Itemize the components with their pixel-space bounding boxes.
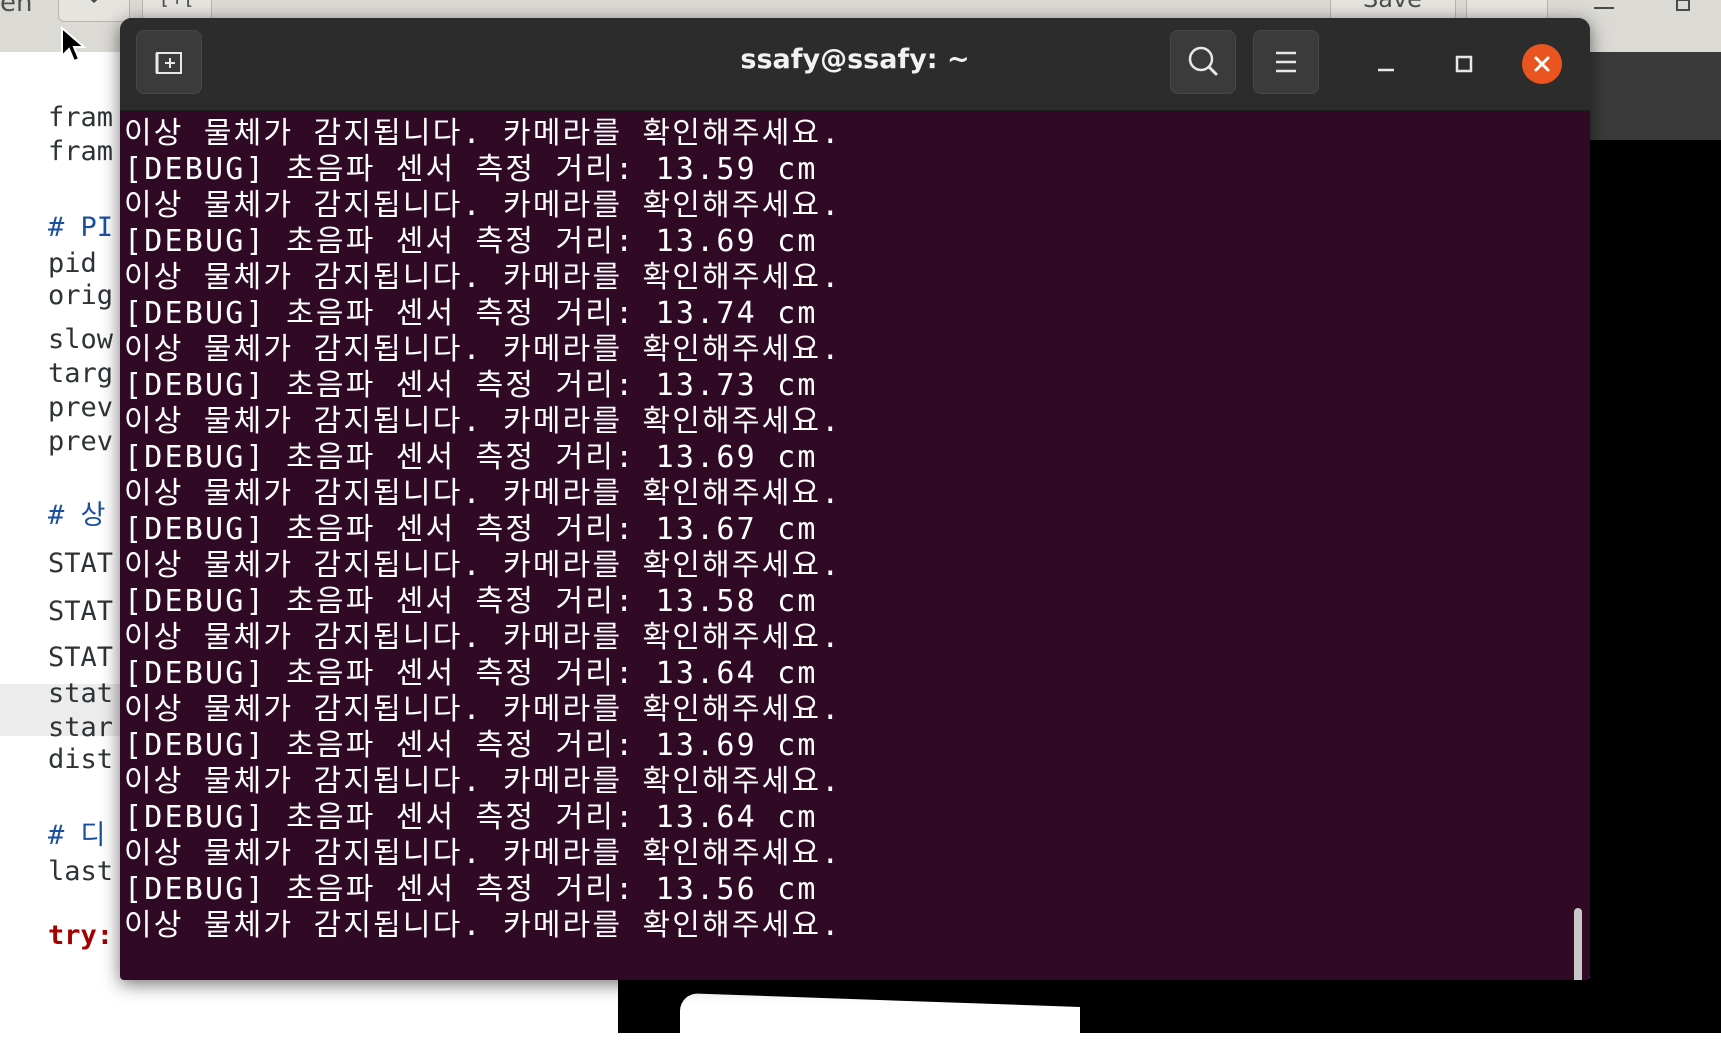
background-header-text: en (0, 0, 33, 18)
search-icon (1188, 46, 1218, 76)
terminal-line: [DEBUG] 초음파 센서 측정 거리: 13.69 cm (124, 728, 818, 763)
terminal-line: [DEBUG] 초음파 센서 측정 거리: 13.73 cm (124, 368, 818, 403)
code-line: STAT (48, 548, 114, 579)
terminal-line: [DEBUG] 초음파 센서 측정 거리: 13.64 cm (124, 656, 818, 691)
search-button[interactable] (1170, 30, 1236, 94)
background-new-tab-label: [+[ (161, 0, 193, 9)
code-line: last (48, 856, 114, 887)
terminal-line: 이상 물체가 감지됩니다. 카메라를 확인해주세요. (124, 404, 842, 439)
close-button[interactable] (1522, 44, 1562, 84)
code-line: fram (48, 102, 114, 133)
terminal-line: 이상 물체가 감지됩니다. 카메라를 확인해주세요. (124, 332, 842, 367)
terminal-line: 이상 물체가 감지됩니다. 카메라를 확인해주세요. (124, 692, 842, 727)
code-line: orig (48, 280, 114, 311)
code-line: # PI (48, 212, 114, 243)
terminal-line: [DEBUG] 초음파 센서 측정 거리: 13.56 cm (124, 872, 818, 907)
terminal-line: 이상 물체가 감지됩니다. 카메라를 확인해주세요. (124, 836, 842, 871)
terminal-window[interactable]: ssafy@ssafy: ~ 이상 물체가 감지됩니다. 카메라를 확인해주세요… (120, 18, 1590, 980)
code-line: dist (48, 744, 114, 775)
code-line: fram (48, 136, 114, 167)
terminal-line: [DEBUG] 초음파 센서 측정 거리: 13.58 cm (124, 584, 818, 619)
terminal-line: [DEBUG] 초음파 센서 측정 거리: 13.67 cm (124, 512, 818, 547)
background-maximize-icon[interactable] (1672, 0, 1696, 20)
terminal-line: 이상 물체가 감지됩니다. 카메라를 확인해주세요. (124, 620, 842, 655)
code-line: pid (48, 248, 114, 279)
mouse-pointer-icon (61, 26, 87, 63)
code-line: prev (48, 392, 114, 423)
terminal-line: 이상 물체가 감지됩니다. 카메라를 확인해주세요. (124, 260, 842, 295)
terminal-output[interactable]: 이상 물체가 감지됩니다. 카메라를 확인해주세요. [DEBUG] 초음파 센서… (120, 110, 1590, 980)
background-dark-panel (1590, 140, 1721, 1033)
terminal-line: 이상 물체가 감지됩니다. 카메라를 확인해주세요. (124, 764, 842, 799)
terminal-line: 이상 물체가 감지됩니다. 카메라를 확인해주세요. (124, 116, 842, 151)
terminal-line: [DEBUG] 초음파 센서 측정 거리: 13.69 cm (124, 440, 818, 475)
terminal-scrollbar[interactable] (1574, 908, 1582, 980)
code-line: # 디 (48, 820, 106, 851)
background-minimize-icon[interactable] (1590, 0, 1620, 20)
background-save-label: Save (1363, 0, 1422, 13)
terminal-line: [DEBUG] 초음파 센서 측정 거리: 13.69 cm (124, 224, 818, 259)
terminal-titlebar[interactable]: ssafy@ssafy: ~ (120, 18, 1590, 111)
code-line: STAT (48, 642, 114, 673)
code-line: star (48, 712, 114, 743)
background-panel-top (1590, 52, 1721, 140)
code-line: STAT (48, 596, 114, 627)
terminal-line: 이상 물체가 감지됩니다. 카메라를 확인해주세요. (124, 908, 842, 943)
terminal-line: [DEBUG] 초음파 센서 측정 거리: 13.74 cm (124, 296, 818, 331)
terminal-line: [DEBUG] 초음파 센서 측정 거리: 13.59 cm (124, 152, 818, 187)
code-line: slow (48, 324, 114, 355)
hamburger-menu-icon (1276, 51, 1296, 73)
close-icon (1534, 56, 1550, 72)
terminal-line: 이상 물체가 감지됩니다. 카메라를 확인해주세요. (124, 548, 842, 583)
maximize-icon[interactable] (1444, 44, 1484, 84)
code-line: # 상 (48, 500, 106, 531)
terminal-line: 이상 물체가 감지됩니다. 카메라를 확인해주세요. (124, 188, 842, 223)
chevron-down-icon (90, 0, 98, 3)
code-line: prev (48, 426, 114, 457)
code-line: try: (48, 920, 114, 951)
terminal-line: 이상 물체가 감지됩니다. 카메라를 확인해주세요. (124, 476, 842, 511)
minimize-icon[interactable] (1366, 44, 1406, 84)
menu-button[interactable] (1253, 30, 1319, 94)
code-line: stat (48, 678, 114, 709)
terminal-line: [DEBUG] 초음파 센서 측정 거리: 13.64 cm (124, 800, 818, 835)
code-line: targ (48, 358, 114, 389)
